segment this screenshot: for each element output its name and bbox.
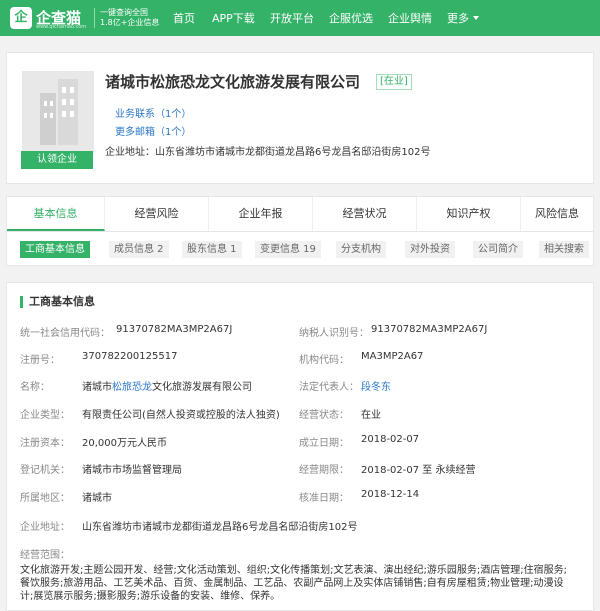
founded-label: 成立日期： [299,438,349,449]
name-label: 名称： [20,382,50,393]
logo-url: www.qichamao.com [36,24,87,30]
nav-app-download[interactable]: APP下载 [212,10,255,26]
address-value: 山东省潍坊市诸城市龙都街道龙昌路6号龙昌名邸沿街房102号 [155,147,431,158]
org-code-label: 机构代码： [299,355,349,366]
company-logo-placeholder [22,71,94,153]
term-label: 经营期限： [299,465,349,476]
slogan: 一键查询全国 1.8亿+企业信息 [94,8,159,28]
subtab-branches[interactable]: 分支机构 [336,241,386,258]
nav-more[interactable]: 更多 [447,10,479,26]
region-value: 诸城市 [82,493,112,504]
op-status-value: 在业 [361,410,381,421]
subtab-changes[interactable]: 变更信息 19 [255,241,321,258]
legal-rep-label: 法定代表人： [299,382,359,393]
slogan-line-1: 一键查询全国 [100,8,148,17]
business-info-card: 工商基本信息 统一社会信用代码： 91370782MA3MP2A67J 纳税人识… [6,282,594,611]
tab-annual-report[interactable]: 企业年报 [209,197,313,231]
sub-tabs: 工商基本信息 成员信息 2 股东信息 1 变更信息 19 分支机构 对外投资 公… [6,232,594,266]
building-icon [40,79,78,145]
company-type-label: 企业类型： [20,410,70,421]
region-label: 所属地区： [20,493,70,504]
logo-badge: 企 [10,7,32,29]
nav-home[interactable]: 首页 [173,10,195,26]
tab-basic-info[interactable]: 基本信息 [7,197,105,231]
nav-service-picks[interactable]: 企服优选 [329,10,373,26]
org-code-value: MA3MP2A67 [361,351,424,362]
founded-value: 2018-02-07 [361,434,420,445]
site-logo[interactable]: 企 企查猫 www.qichamao.com [10,5,92,31]
name-value: 诸城市松旅恐龙文化旅游发展有限公司 [82,378,252,393]
scope-line-2: 餐饮服务;旅游用品、工艺美术品、百货、金属制品、工艺品、农副产品网上及实体店铺销… [20,578,564,589]
company-address-line: 企业地址：山东省潍坊市诸城市龙都街道龙昌路6号龙昌名邸沿街房102号 [105,143,430,158]
tab-risk-info[interactable]: 风险信息 [521,197,593,231]
company-header-card: 认领企业 诸城市松旅恐龙文化旅游发展有限公司 [在业] 业务联系（1个） 更多邮… [6,52,594,184]
capital-label: 注册资本： [20,438,70,449]
scope-line-1: 文化旅游开发;主题公园开发、经营;文化活动策划、组织;文化传播策划;文艺表演、演… [20,565,567,576]
enterprise-address-value: 山东省潍坊市诸城市龙都街道龙昌路6号龙昌名邸沿街房102号 [82,522,358,533]
approved-label: 核准日期： [299,493,349,504]
claim-company-button[interactable]: 认领企业 [21,151,93,169]
tab-operating-risk[interactable]: 经营风险 [105,197,209,231]
tab-business-status[interactable]: 经营状况 [313,197,417,231]
approved-value: 2018-12-14 [361,489,420,500]
company-name: 诸城市松旅恐龙文化旅游发展有限公司 [105,73,361,91]
address-label: 企业地址： [105,147,155,158]
scope-label: 经营范围： [20,550,70,561]
authority-label: 登记机关： [20,465,70,476]
enterprise-address-label: 企业地址： [20,522,70,533]
taxpayer-id-label: 纳税人识别号： [299,328,369,339]
subtab-company-profile[interactable]: 公司简介 [473,241,523,258]
subtab-members[interactable]: 成员信息 2 [109,241,169,258]
company-type-value: 有限责任公司(自然人投资或控股的法人独资) [82,410,280,421]
tab-intellectual-property[interactable]: 知识产权 [417,197,521,231]
op-status-label: 经营状态： [299,410,349,421]
main-tabs: 基本信息 经营风险 企业年报 经营状况 知识产权 风险信息 [6,196,594,232]
subtab-related-search[interactable]: 相关搜索 [539,241,589,258]
status-badge: [在业] [376,74,412,90]
capital-value: 20,000万元人民币 [82,438,167,449]
name-highlight: 松旅恐龙 [112,382,152,393]
legal-rep-link[interactable]: 段冬东 [361,378,391,393]
reg-no-label: 注册号： [20,355,60,366]
slogan-line-2: 1.8亿+企业信息 [100,18,160,27]
business-scope-text: 文化旅游开发;主题公园开发、经营;文化活动策划、组织;文化传播策划;文艺表演、演… [20,564,580,603]
more-emails-link[interactable]: 更多邮箱（1个） [115,123,191,138]
section-title: 工商基本信息 [20,296,95,308]
nav-public-opinion[interactable]: 企业舆情 [388,10,432,26]
term-value: 2018-02-07 至 永续经营 [361,465,476,476]
scope-line-3: 计;展览展示服务;摄影服务;游乐设备的安装、维修、保养。 [20,591,281,602]
business-contact-link[interactable]: 业务联系（1个） [115,105,191,120]
taxpayer-id-value: 91370782MA3MP2A67J [371,324,488,335]
name-suffix: 文化旅游发展有限公司 [152,382,252,393]
top-navbar: 企 企查猫 www.qichamao.com 一键查询全国 1.8亿+企业信息 … [0,0,600,36]
subtab-business-info[interactable]: 工商基本信息 [20,241,90,258]
authority-value: 诸城市市场监督管理局 [82,465,182,476]
subtab-investments[interactable]: 对外投资 [405,241,455,258]
nav-open-platform[interactable]: 开放平台 [270,10,314,26]
name-prefix: 诸城市 [82,382,112,393]
credit-code-label: 统一社会信用代码： [20,328,110,339]
credit-code-value: 91370782MA3MP2A67J [116,324,233,335]
subtab-shareholders[interactable]: 股东信息 1 [182,241,242,258]
reg-no-value: 370782200125517 [82,351,178,362]
